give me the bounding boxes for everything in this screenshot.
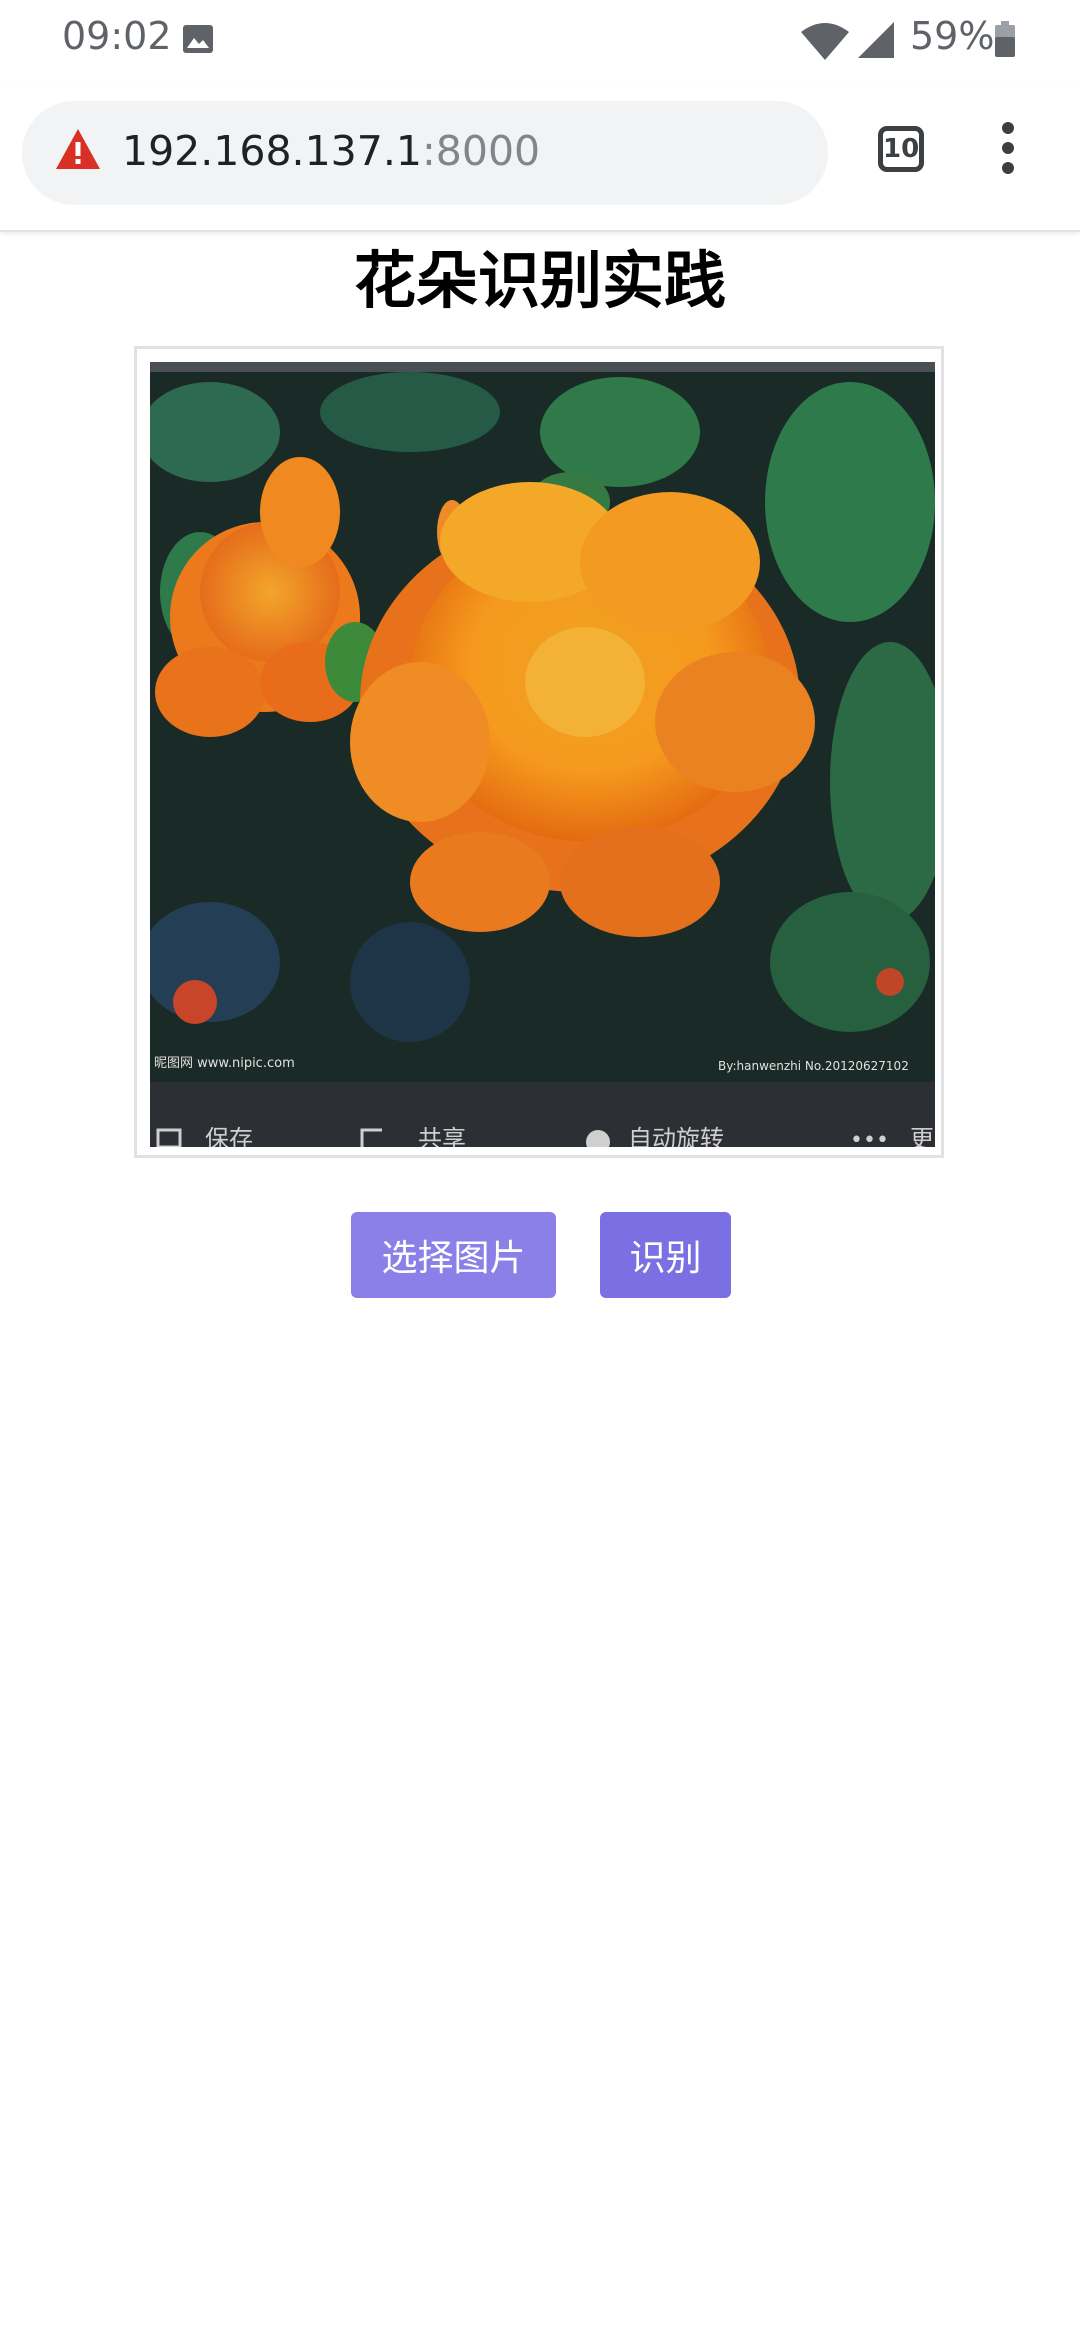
flower-image: 昵图网 www.nipic.com By:hanwenzhi No.201206… (150, 362, 935, 1147)
url-host: 192.168.137.1 (122, 127, 422, 175)
watermark-right: By:hanwenzhi No.20120627102 (718, 1059, 909, 1073)
page-title: 花朵识别实践 (353, 244, 726, 317)
image-toolbar-share: 共享 (418, 1125, 466, 1147)
image-toolbar-more: 更 (910, 1125, 934, 1147)
more-menu-icon[interactable] (998, 122, 1018, 182)
image-icon (183, 25, 213, 53)
image-preview-frame: 昵图网 www.nipic.com By:hanwenzhi No.201206… (134, 346, 944, 1158)
url-port: :8000 (421, 127, 541, 175)
status-bar: 09:02 59% (0, 0, 1080, 84)
image-toolbar-save: 保存 (205, 1125, 253, 1147)
browser-toolbar: 192.168.137.1:8000 10 (0, 84, 1080, 232)
image-toolbar-rotate: 自动旋转 (628, 1125, 724, 1147)
wifi-icon (801, 23, 849, 60)
url-text[interactable]: 192.168.137.1:8000 (122, 127, 540, 175)
signal-icon (858, 22, 894, 58)
watermark-left: 昵图网 www.nipic.com (154, 1056, 295, 1071)
warning-icon[interactable] (54, 127, 102, 171)
status-time: 09:02 (62, 14, 172, 58)
battery-percentage: 59% (910, 14, 995, 58)
address-bar[interactable]: 192.168.137.1:8000 (22, 101, 828, 205)
svg-text:•••: ••• (850, 1128, 889, 1147)
recognize-button[interactable]: 识别 (600, 1212, 731, 1298)
battery-icon (995, 21, 1015, 57)
action-buttons: 选择图片 识别 (0, 1212, 1080, 1298)
tabs-icon[interactable]: 10 (878, 126, 924, 172)
select-image-button[interactable]: 选择图片 (351, 1212, 556, 1298)
